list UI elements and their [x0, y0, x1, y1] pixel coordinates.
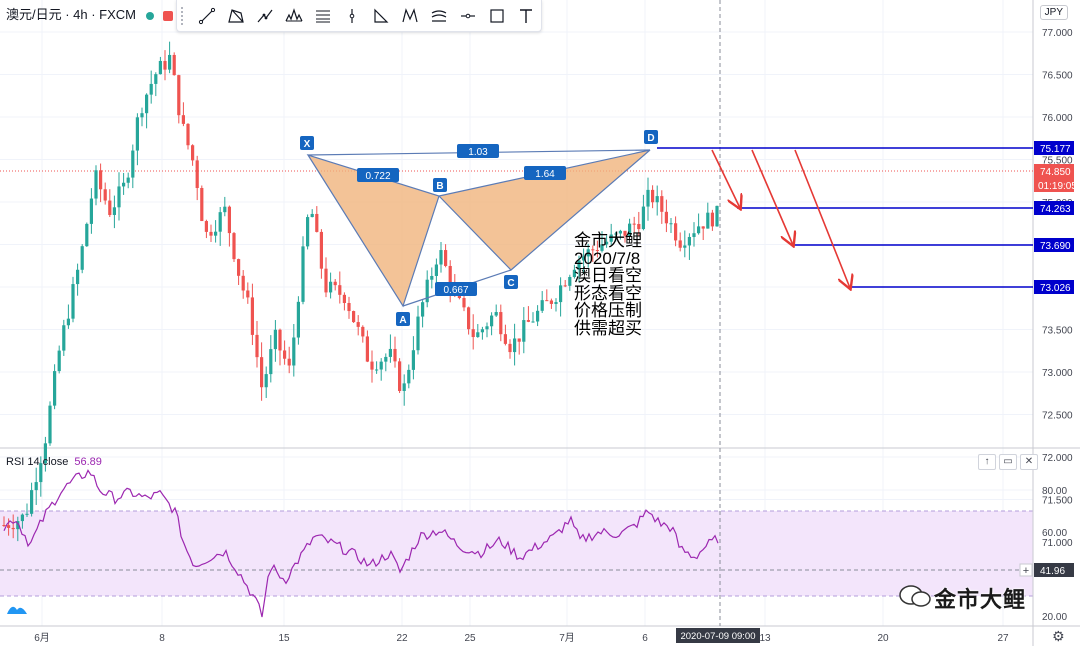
trend-line-icon[interactable] [192, 1, 221, 30]
price-tick: 72.000 [1042, 453, 1073, 464]
time-tick: 6月 [34, 632, 50, 644]
abcd-pattern-icon[interactable] [308, 1, 337, 30]
symbol-text: 澳元/日元 · 4h · FXCM [6, 7, 137, 22]
close-pane-button[interactable]: ✕ [1020, 454, 1038, 470]
three-drives-icon[interactable] [395, 1, 424, 30]
chart-canvas[interactable]: X A B C D 0.722 1.03 1.64 0.667 77.000 76.500 76.0… [0, 0, 1080, 646]
svg-text:74.850: 74.850 [1040, 167, 1071, 178]
maximize-pane-button[interactable]: ▭ [999, 454, 1017, 470]
text-icon[interactable] [511, 1, 540, 30]
pane-controls: ↑ ▭ ✕ [978, 454, 1038, 470]
drawing-toolbar [176, 0, 542, 32]
rectangle-icon[interactable] [482, 1, 511, 30]
horizontal-line-icon[interactable] [453, 1, 482, 30]
toolbar-drag-handle[interactable] [181, 6, 189, 25]
svg-text:75.177: 75.177 [1040, 144, 1071, 155]
svg-text:2020-07-09 09:00: 2020-07-09 09:00 [680, 631, 755, 642]
vertical-line-icon[interactable] [337, 1, 366, 30]
price-tick: 76.000 [1042, 113, 1073, 124]
rsi-value: 56.89 [74, 456, 102, 468]
svg-text:73.026: 73.026 [1040, 283, 1071, 294]
time-tick: 8 [159, 633, 165, 644]
pattern-ratio-label: 0.667 [443, 285, 468, 296]
tradingview-logo-icon[interactable] [6, 600, 28, 616]
time-axis[interactable]: 6月 8 15 22 25 7月 6 13 20 27 2020-07-09 09:00 [34, 628, 1009, 644]
price-axis[interactable]: 77.00076.50076.00075.50075.00074.50074.0… [1034, 28, 1077, 549]
rsi-tick: 60.00 [1042, 528, 1067, 539]
wechat-icon [899, 585, 931, 607]
market-open-icon [145, 11, 154, 20]
flag-icon[interactable] [163, 10, 174, 21]
svg-text:+: + [1023, 565, 1029, 577]
head-shoulders-icon[interactable] [279, 1, 308, 30]
settings-gear-icon[interactable]: ⚙ [1052, 628, 1065, 645]
svg-text:74.263: 74.263 [1040, 204, 1071, 215]
time-tick: 6 [642, 633, 648, 644]
xabcd-pattern-icon[interactable] [221, 1, 250, 30]
pattern-ratio-label: 1.03 [468, 147, 488, 158]
move-pane-up-button[interactable]: ↑ [978, 454, 996, 470]
rsi-tick: 80.00 [1042, 486, 1067, 497]
price-tick: 73.000 [1042, 368, 1073, 379]
pattern-point-label: D [647, 133, 654, 144]
price-tick: 73.500 [1042, 326, 1073, 337]
arrow-2 [751, 149, 793, 245]
time-tick: 13 [759, 633, 771, 644]
time-tick: 27 [997, 633, 1009, 644]
pattern-point-label: C [507, 278, 514, 289]
brand-watermark: 金市大鲤 [934, 587, 1027, 612]
pattern-point-label: B [436, 181, 443, 192]
price-tick: 72.500 [1042, 411, 1073, 422]
time-tick: 15 [278, 633, 290, 644]
pattern-point-label: X [304, 139, 311, 150]
time-tick: 22 [396, 633, 408, 644]
pattern-ratio-label: 1.64 [535, 169, 555, 180]
pattern-ratio-label: 0.722 [365, 171, 390, 182]
rsi-tick: 20.00 [1042, 612, 1067, 623]
analysis-annotation[interactable]: 金市大鲤 2020/7/8 澳日看空 形态看空 价格压制 供需超买 [574, 232, 642, 337]
svg-text:01:19:05: 01:19:05 [1038, 181, 1077, 192]
rsi-band [0, 511, 1033, 596]
arrow-1 [711, 149, 740, 208]
svg-text:73.690: 73.690 [1040, 241, 1071, 252]
price-tick: 76.500 [1042, 71, 1073, 82]
price-tick: 71.500 [1042, 496, 1073, 507]
rsi-legend[interactable]: RSI 14 close 56.89 [6, 456, 102, 468]
elliott-wave-icon[interactable] [424, 1, 453, 30]
symbol-title[interactable]: 澳元/日元 · 4h · FXCM [6, 4, 193, 23]
currency-badge[interactable]: JPY [1039, 5, 1068, 20]
price-tick: 71.000 [1042, 538, 1073, 549]
svg-text:41.96: 41.96 [1040, 566, 1065, 577]
time-tick: 25 [464, 633, 476, 644]
pattern-point-label: A [399, 315, 406, 326]
time-tick: 7月 [559, 632, 575, 644]
price-tick: 77.000 [1042, 28, 1073, 39]
triangle-pattern-icon[interactable] [366, 1, 395, 30]
cypher-pattern-icon[interactable] [250, 1, 279, 30]
time-tick: 20 [877, 633, 889, 644]
rsi-title: RSI 14 close [6, 456, 69, 468]
